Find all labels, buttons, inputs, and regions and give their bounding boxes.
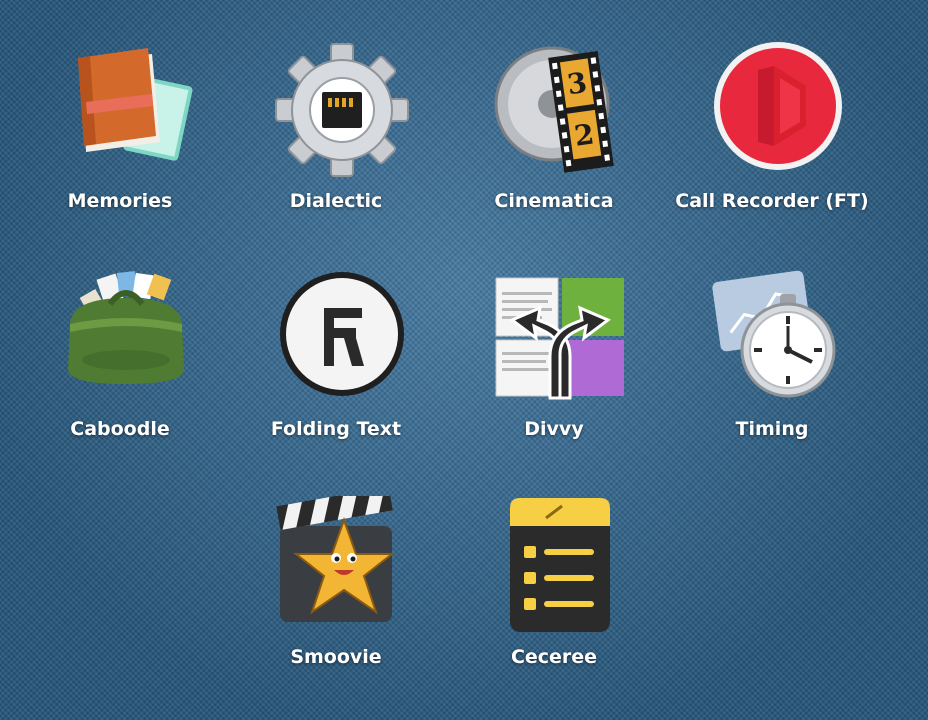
- app-memories[interactable]: Memories: [20, 40, 220, 240]
- call-recorder-icon[interactable]: [708, 40, 848, 180]
- app-label: Timing: [735, 418, 809, 440]
- folding-text-icon[interactable]: [272, 268, 412, 408]
- app-smoovie[interactable]: Smoovie: [236, 496, 436, 696]
- app-folding-text[interactable]: Folding Text: [236, 268, 436, 468]
- app-call-recorder[interactable]: Call Recorder (FT): [672, 40, 872, 240]
- memories-book-icon[interactable]: [56, 40, 196, 180]
- app-label: Caboodle: [70, 418, 170, 440]
- app-label: Divvy: [524, 418, 584, 440]
- ceceree-list-icon[interactable]: [490, 496, 630, 636]
- app-ceceree[interactable]: Ceceree: [454, 496, 654, 696]
- app-label: Call Recorder (FT): [675, 190, 869, 212]
- cinematica-film-reel-icon[interactable]: 3 2: [490, 40, 630, 180]
- app-cinematica[interactable]: 3 2 Cinematica: [454, 40, 654, 240]
- caboodle-bag-icon[interactable]: [56, 268, 196, 408]
- app-timing[interactable]: Timing: [672, 268, 872, 468]
- timing-stopwatch-icon[interactable]: [708, 268, 848, 408]
- app-dialectic[interactable]: Dialectic: [236, 40, 436, 240]
- smoovie-clapper-star-icon[interactable]: [272, 496, 412, 636]
- dialectic-gear-icon[interactable]: [272, 40, 412, 180]
- app-label: Ceceree: [510, 646, 598, 668]
- app-label: Memories: [67, 190, 173, 212]
- app-label: Cinematica: [494, 190, 614, 212]
- app-caboodle[interactable]: Caboodle: [20, 268, 220, 468]
- app-label: Dialectic: [289, 190, 383, 212]
- app-label: Folding Text: [270, 418, 402, 440]
- divvy-arrows-icon[interactable]: [490, 268, 630, 408]
- app-divvy[interactable]: Divvy: [454, 268, 654, 468]
- app-label: Smoovie: [290, 646, 382, 668]
